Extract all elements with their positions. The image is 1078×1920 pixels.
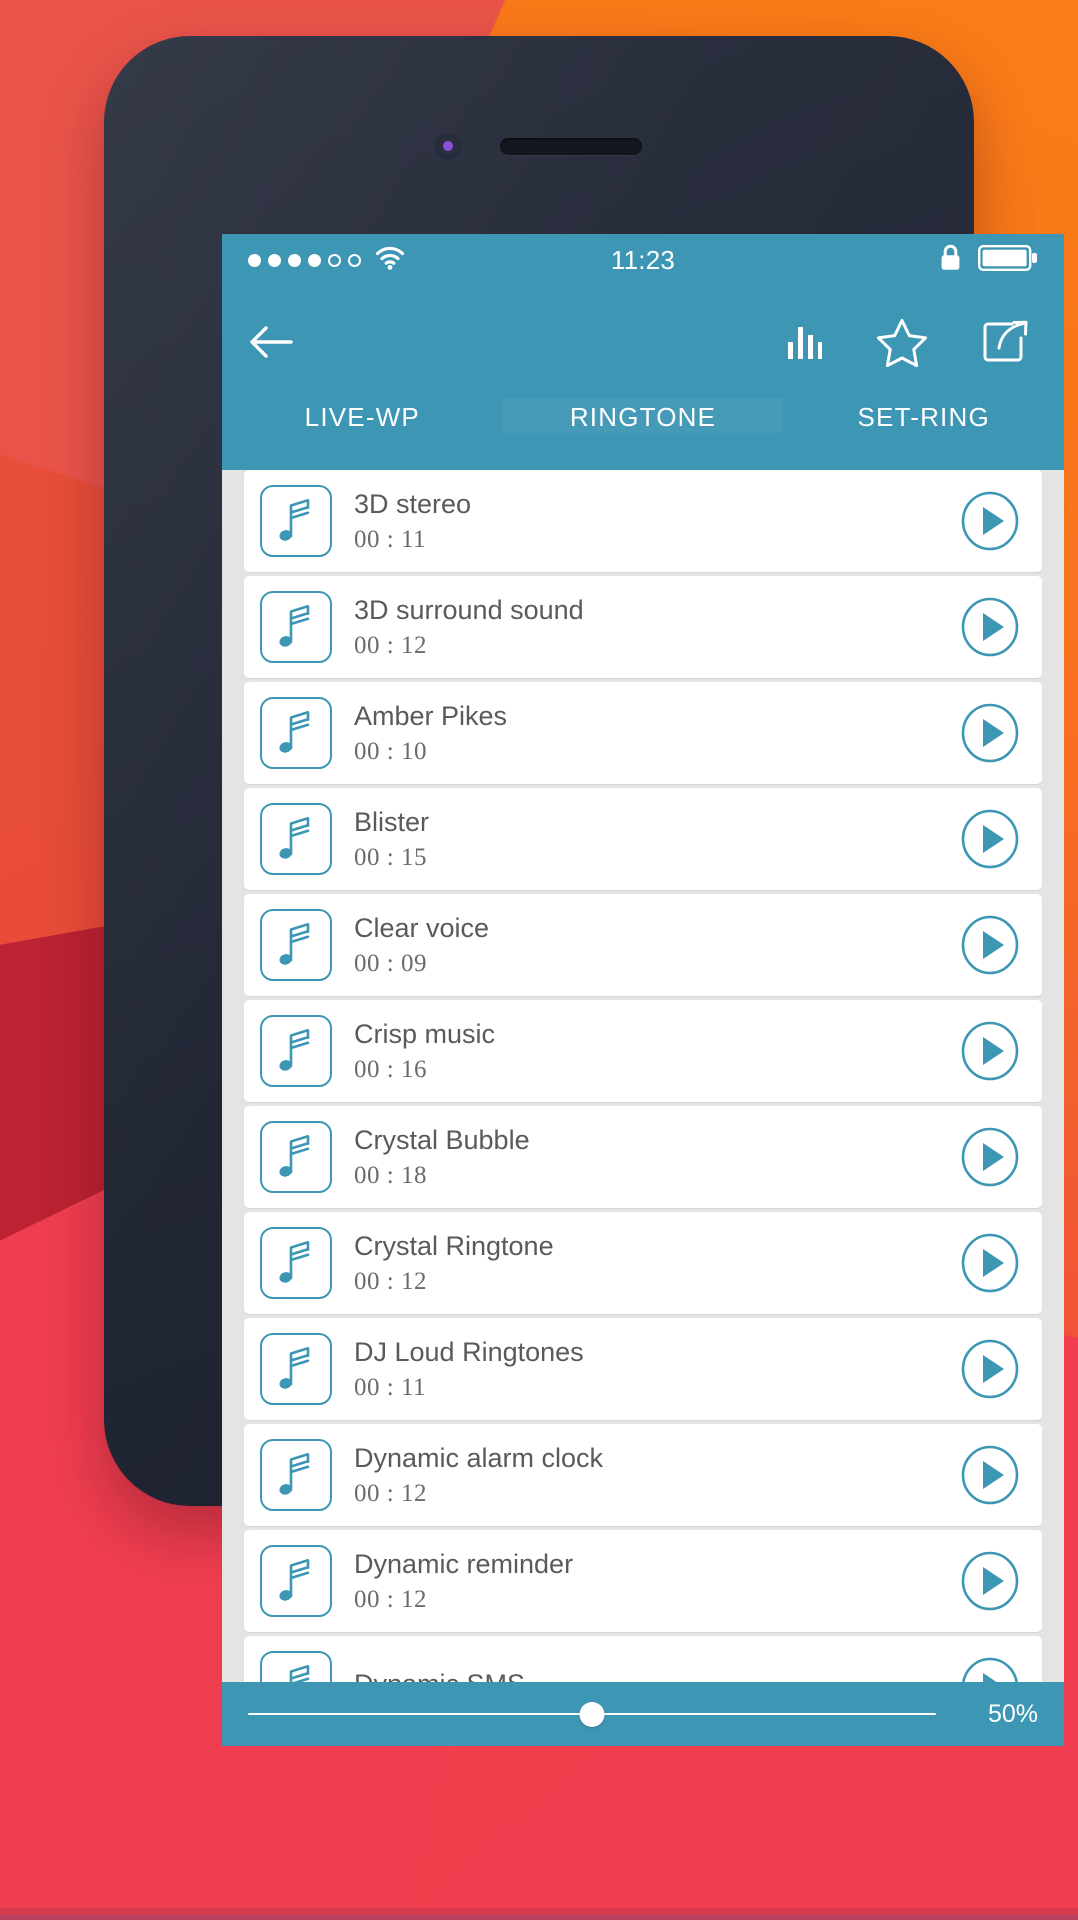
volume-slider-knob[interactable] xyxy=(579,1701,605,1727)
tab-set-ring[interactable]: SET-RING xyxy=(783,398,1064,433)
tab-ringtone[interactable]: RINGTONE xyxy=(502,398,784,433)
ringtone-info: Clear voice 00 : 09 xyxy=(354,913,960,978)
volume-percent-label: 50% xyxy=(987,1699,1038,1728)
ringtone-title: Dynamic alarm clock xyxy=(354,1442,604,1473)
ringtone-info: Dynamic reminder 00 : 12 xyxy=(354,1549,960,1614)
ringtone-title: Crystal Ringtone xyxy=(354,1230,554,1261)
equalizer-icon[interactable] xyxy=(784,322,824,362)
ringtone-info: Dynamic alarm clock 00 : 12 xyxy=(354,1443,960,1508)
share-icon[interactable] xyxy=(980,318,1030,366)
play-button[interactable] xyxy=(960,597,1020,657)
ringtone-title: Amber Pikes xyxy=(354,700,508,731)
ringtone-info: 3D stereo 00 : 11 xyxy=(354,489,960,554)
volume-bar: 50% xyxy=(222,1682,1064,1746)
play-button[interactable] xyxy=(960,1445,1020,1505)
music-note-icon xyxy=(260,697,332,769)
play-button[interactable] xyxy=(960,915,1020,975)
ringtone-row[interactable]: Crystal Bubble 00 : 18 xyxy=(244,1106,1042,1208)
ringtone-list[interactable]: 3D stereo 00 : 11 3D surround sound 00 : 1… xyxy=(222,470,1064,1746)
earpiece-speaker xyxy=(500,138,642,155)
music-note-icon xyxy=(260,803,332,875)
ringtone-title: 3D surround sound xyxy=(354,594,584,625)
ringtone-title: Crystal Bubble xyxy=(354,1124,530,1155)
play-button[interactable] xyxy=(960,491,1020,551)
ringtone-row[interactable]: 3D stereo 00 : 11 xyxy=(244,470,1042,572)
play-button[interactable] xyxy=(960,1021,1020,1081)
tab-bar: LIVE-WP RINGTONE SET-RING xyxy=(222,398,1064,470)
ringtone-duration: 00 : 12 xyxy=(354,1585,427,1613)
tab-live-wp[interactable]: LIVE-WP xyxy=(222,398,503,433)
play-button[interactable] xyxy=(960,703,1020,763)
ringtone-title: Dynamic reminder xyxy=(354,1548,574,1579)
ringtone-title: 3D stereo xyxy=(354,488,472,519)
back-button[interactable] xyxy=(248,324,294,360)
ringtone-row[interactable]: Crystal Ringtone 00 : 12 xyxy=(244,1212,1042,1314)
ringtone-info: Crystal Bubble 00 : 18 xyxy=(354,1125,960,1190)
ringtone-info: 3D surround sound 00 : 12 xyxy=(354,595,960,660)
ringtone-row[interactable]: Crisp music 00 : 16 xyxy=(244,1000,1042,1102)
play-button[interactable] xyxy=(960,1127,1020,1187)
phone-mockup: 11:23 LIVE-WP RINGTONE SET-RING 3D stere… xyxy=(104,36,1064,1746)
ringtone-row[interactable]: Blister 00 : 15 xyxy=(244,788,1042,890)
ringtone-row[interactable]: Clear voice 00 : 09 xyxy=(244,894,1042,996)
ringtone-row[interactable]: Dynamic reminder 00 : 12 xyxy=(244,1530,1042,1632)
status-bar: 11:23 xyxy=(222,234,1064,286)
ringtone-info: Crystal Ringtone 00 : 12 xyxy=(354,1231,960,1296)
music-note-icon xyxy=(260,1439,332,1511)
play-button[interactable] xyxy=(960,1339,1020,1399)
favorite-star-icon[interactable] xyxy=(876,317,928,367)
music-note-icon xyxy=(260,591,332,663)
music-note-icon xyxy=(260,1545,332,1617)
music-note-icon xyxy=(260,1015,332,1087)
volume-slider[interactable] xyxy=(248,1682,936,1746)
ringtone-row[interactable]: 3D surround sound 00 : 12 xyxy=(244,576,1042,678)
ringtone-info: DJ Loud Ringtones 00 : 11 xyxy=(354,1337,960,1402)
ringtone-title: Blister xyxy=(354,806,430,837)
app-toolbar xyxy=(222,286,1064,398)
play-button[interactable] xyxy=(960,1551,1020,1611)
ringtone-duration: 00 : 12 xyxy=(354,1267,427,1295)
music-note-icon xyxy=(260,1227,332,1299)
ringtone-info: Amber Pikes 00 : 10 xyxy=(354,701,960,766)
front-camera-icon xyxy=(434,132,462,160)
ringtone-title: Clear voice xyxy=(354,912,490,943)
ringtone-duration: 00 : 16 xyxy=(354,1055,427,1083)
ringtone-duration: 00 : 18 xyxy=(354,1161,427,1189)
ringtone-info: Crisp music 00 : 16 xyxy=(354,1019,960,1084)
status-bar-clock: 11:23 xyxy=(610,244,676,275)
music-note-icon xyxy=(260,485,332,557)
ringtone-title: Crisp music xyxy=(354,1018,496,1049)
play-button[interactable] xyxy=(960,1233,1020,1293)
play-button[interactable] xyxy=(960,809,1020,869)
ringtone-duration: 00 : 12 xyxy=(354,631,427,659)
ringtone-row[interactable]: Dynamic alarm clock 00 : 12 xyxy=(244,1424,1042,1526)
ringtone-duration: 00 : 15 xyxy=(354,843,427,871)
music-note-icon xyxy=(260,909,332,981)
background-bottom-strip-accent xyxy=(0,1915,1078,1920)
ringtone-row[interactable]: Amber Pikes 00 : 10 xyxy=(244,682,1042,784)
ringtone-row[interactable]: DJ Loud Ringtones 00 : 11 xyxy=(244,1318,1042,1420)
music-note-icon xyxy=(260,1121,332,1193)
music-note-icon xyxy=(260,1333,332,1405)
phone-screen: 11:23 LIVE-WP RINGTONE SET-RING 3D stere… xyxy=(222,234,1064,1746)
ringtone-duration: 00 : 10 xyxy=(354,737,427,765)
ringtone-title: DJ Loud Ringtones xyxy=(354,1336,584,1367)
ringtone-info: Blister 00 : 15 xyxy=(354,807,960,872)
ringtone-duration: 00 : 09 xyxy=(354,949,427,977)
ringtone-duration: 00 : 12 xyxy=(354,1479,427,1507)
ringtone-duration: 00 : 11 xyxy=(354,525,427,553)
ringtone-duration: 00 : 11 xyxy=(354,1373,427,1401)
